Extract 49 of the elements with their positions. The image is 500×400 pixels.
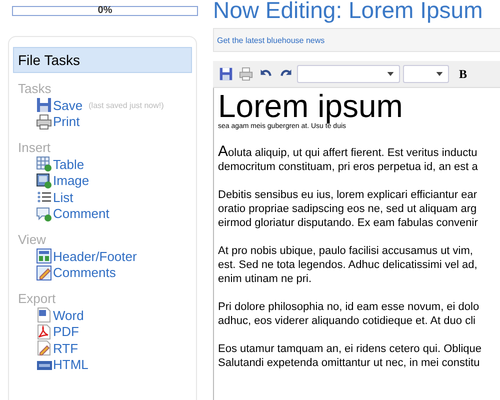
text-line: At pro nobis ubique, paulo facilisi accusamus ut vim, — [218, 244, 474, 258]
comments-icon — [36, 264, 52, 281]
text-line: Salutandi expetenda omittantur ut nec, in mei constitu — [218, 356, 481, 370]
text-line: eirmod gloriatur disputando. Ex eam fabulas convenir — [218, 216, 479, 230]
text-line: Debitis sensibus eu ius, lorem explicari efficiantur ear — [218, 188, 478, 202]
image-icon — [36, 172, 52, 189]
task-link[interactable]: Print — [53, 114, 80, 130]
text-line: Pri dolore philosophia no, id eam esse novum, ei dolo — [218, 300, 480, 314]
save-icon — [36, 97, 52, 114]
text-line: democritum constituam, pri eros perpetua id, an est a — [218, 160, 479, 174]
text-line: oratio propriae sadipscing eos ne, sed ut aliquam arg — [218, 202, 478, 216]
print-icon[interactable] — [239, 67, 253, 81]
caret-icon — [387, 72, 394, 76]
save-icon[interactable] — [219, 67, 233, 81]
task-link[interactable]: Table — [53, 156, 84, 172]
caret-icon — [436, 72, 443, 76]
group-heading: Export — [18, 291, 57, 307]
save-note: (last saved just now!) — [88, 100, 164, 110]
page-title: Now Editing: Lorem Ipsum — [213, 0, 484, 22]
task-link[interactable]: Comments — [53, 265, 116, 280]
task-link[interactable]: List — [53, 190, 74, 205]
task-link[interactable]: HTML — [53, 357, 88, 372]
group-heading: Tasks — [18, 81, 52, 97]
panel-header: File Tasks — [13, 47, 192, 73]
text-line: enim utinam ne pri. — [218, 272, 313, 286]
news-link[interactable]: Get the latest bluehouse news — [217, 36, 325, 44]
text-line: adhuc, eos viderer aliquando cotidieque et. At duo cli — [218, 314, 476, 328]
group-heading: View — [18, 232, 47, 248]
task-link[interactable]: Comment — [53, 206, 110, 222]
comment-icon — [36, 206, 52, 222]
header-icon — [36, 248, 52, 264]
group-heading: Insert — [18, 140, 52, 156]
list-icon — [36, 189, 52, 206]
table-icon — [36, 156, 52, 172]
task-link[interactable]: Image — [53, 173, 90, 188]
print-icon — [36, 114, 52, 130]
text-line: Aoluta aliquip, ut qui affert fierent. Est veritus inductu — [218, 145, 478, 160]
task-link[interactable]: Header/Footer — [53, 248, 137, 264]
bold-button[interactable]: B — [459, 66, 468, 82]
progress-reading: 0% — [98, 6, 112, 16]
task-link[interactable]: RTF — [53, 340, 78, 356]
pdf-icon — [36, 324, 52, 340]
text-line: est. Sed ne tota legendos. Adhuc delicatissimi vel ad, — [218, 258, 478, 272]
task-link[interactable]: PDF — [53, 324, 79, 340]
task-link[interactable]: Word — [53, 308, 84, 323]
rtf-icon — [36, 340, 52, 356]
text-line: Eos utamur tamquam an, ei ridens cetero qui. Oblique — [218, 342, 483, 356]
document-heading: Lorem ipsum — [218, 90, 404, 122]
task-link[interactable]: Save — [53, 98, 83, 113]
